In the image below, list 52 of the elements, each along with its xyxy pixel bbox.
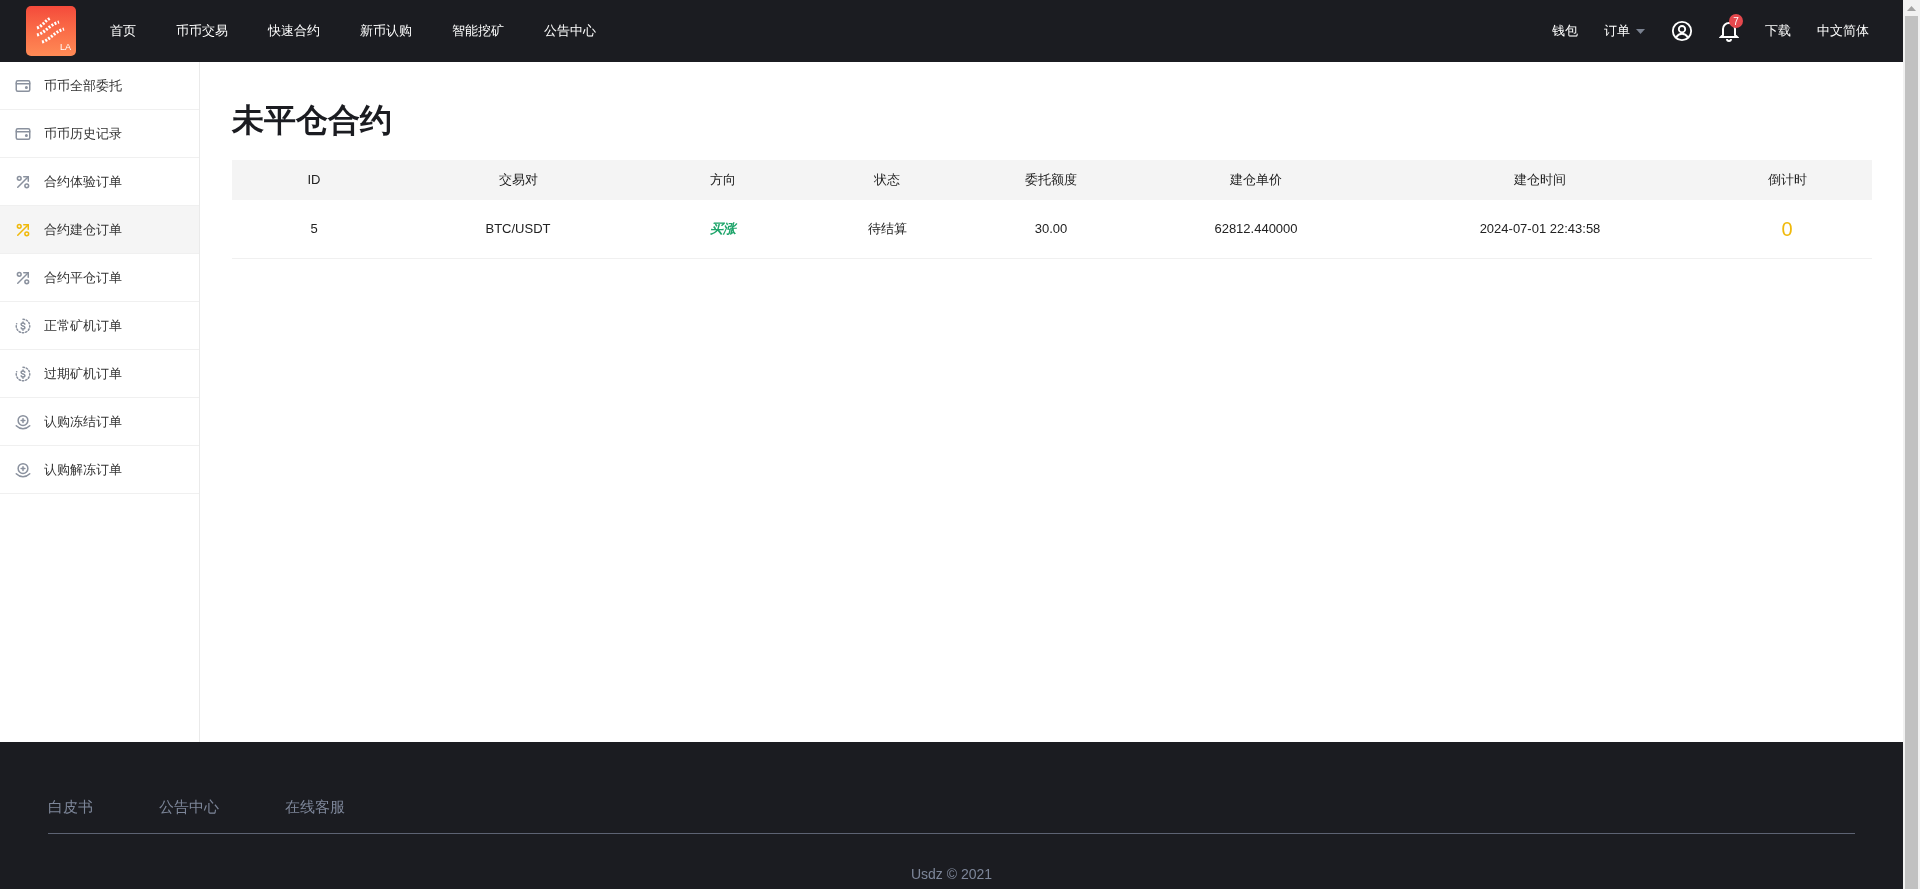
scrollbar[interactable] bbox=[1903, 0, 1920, 889]
caret-icon bbox=[1636, 28, 1645, 34]
wallet-link[interactable]: 钱包 bbox=[1552, 21, 1578, 41]
footer-link[interactable]: 公告中心 bbox=[159, 796, 219, 819]
column-header: 建仓单价 bbox=[1229, 171, 1283, 190]
table-cell-text: BTC/USDT bbox=[484, 220, 552, 239]
table-cell-text: 待结算 bbox=[866, 220, 908, 239]
table-cell-text: 5 bbox=[309, 220, 319, 239]
hand-coin-icon bbox=[14, 460, 32, 479]
scroll-up-arrow-icon[interactable] bbox=[1907, 6, 1916, 11]
footer-link[interactable]: 白皮书 bbox=[48, 796, 93, 819]
sidebar-item-label: 合约建仓订单 bbox=[44, 220, 122, 239]
download-link[interactable]: 下载 bbox=[1765, 21, 1791, 41]
sidebar-item-label: 合约体验订单 bbox=[44, 172, 122, 191]
language-selector[interactable]: 中文简体 bbox=[1817, 21, 1869, 41]
sidebar-item-label: 币币全部委托 bbox=[44, 76, 122, 95]
scrollbar-thumb[interactable] bbox=[1905, 16, 1918, 889]
notification-count-badge: 7 bbox=[1729, 14, 1743, 28]
column-header: 交易对 bbox=[497, 171, 539, 190]
copyright-text: Usdz © 2021 bbox=[910, 865, 993, 882]
nav-link[interactable]: 智能挖矿 bbox=[432, 21, 524, 41]
table-cell-text: 62812.440000 bbox=[1213, 220, 1299, 239]
nav-link[interactable]: 公告中心 bbox=[524, 21, 616, 41]
user-avatar-icon[interactable] bbox=[1671, 20, 1693, 42]
sidebar-item-label: 合约平仓订单 bbox=[44, 268, 122, 287]
sidebar-item[interactable]: 合约建仓订单 bbox=[0, 206, 199, 254]
countdown-cell-text: 0 bbox=[1780, 217, 1794, 242]
column-header: 方向 bbox=[709, 171, 737, 190]
column-header: 委托额度 bbox=[1024, 171, 1078, 190]
column-header: 建仓时间 bbox=[1513, 171, 1567, 190]
footer-link[interactable]: 在线客服 bbox=[285, 796, 345, 819]
table-cell-text: 30.00 bbox=[1033, 220, 1069, 239]
sidebar-item-label: 币币历史记录 bbox=[44, 124, 122, 143]
sidebar-item-label: 正常矿机订单 bbox=[44, 316, 122, 335]
column-header: 倒计时 bbox=[1766, 171, 1808, 190]
direction-cell-text: 买涨 bbox=[709, 220, 738, 239]
sidebar-item-label: 过期矿机订单 bbox=[44, 364, 122, 383]
sidebar-item-label: 认购冻结订单 bbox=[44, 412, 122, 431]
column-header: ID bbox=[306, 171, 322, 190]
column-header: 状态 bbox=[873, 171, 901, 190]
nav-link[interactable]: 快速合约 bbox=[248, 21, 340, 41]
page-title: 未平仓合约 bbox=[232, 104, 393, 136]
dollar-coin-icon bbox=[14, 316, 32, 335]
nav-link[interactable]: 币币交易 bbox=[156, 21, 248, 41]
dollar-coin-icon bbox=[14, 364, 32, 383]
logo-text: LA bbox=[60, 40, 71, 54]
sidebar-item-label: 认购解冻订单 bbox=[44, 460, 122, 479]
hand-coin-icon bbox=[14, 412, 32, 431]
orders-dropdown[interactable]: 订单 bbox=[1604, 21, 1645, 41]
nav-link[interactable]: 新币认购 bbox=[340, 21, 432, 41]
table-cell-text: 2024-07-01 22:43:58 bbox=[1478, 220, 1602, 239]
nav-link[interactable]: 首页 bbox=[90, 21, 156, 41]
